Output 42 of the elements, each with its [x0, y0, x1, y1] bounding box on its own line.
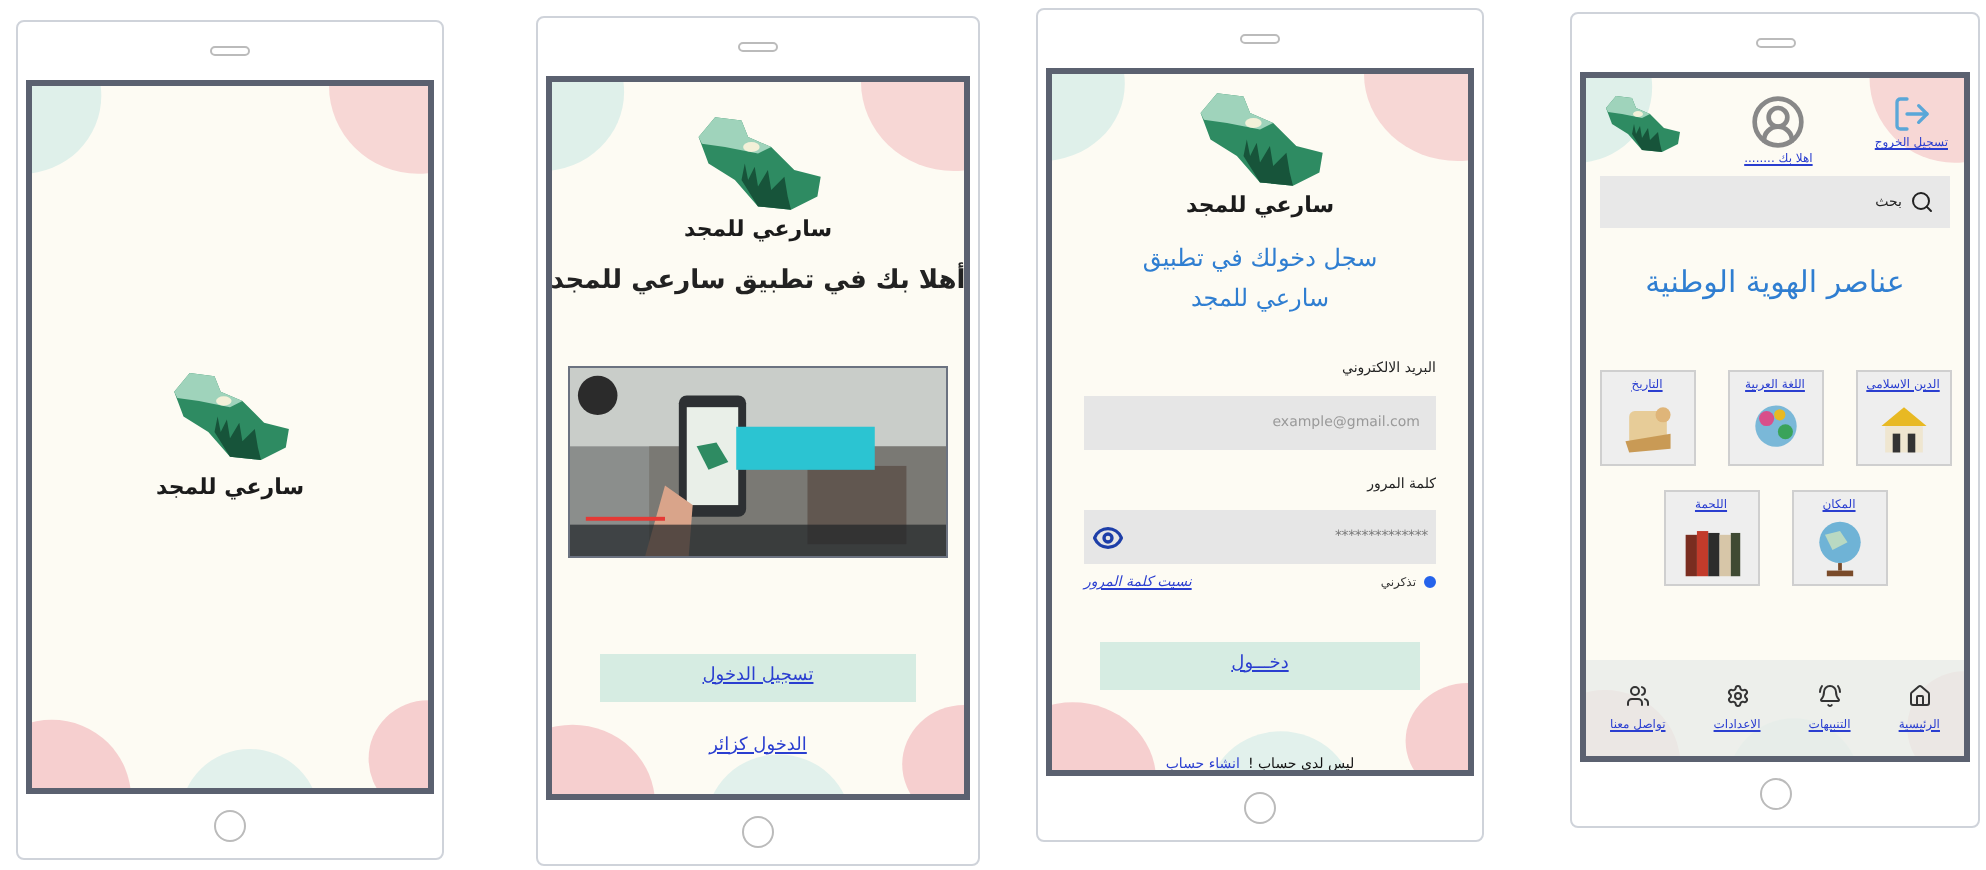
home-icon — [1907, 683, 1932, 707]
background-blob — [1405, 683, 1468, 770]
people-icon — [1625, 683, 1650, 707]
welcome-heading: أهلا بك في تطبيق سارعي للمجد — [552, 262, 964, 300]
avatar-icon — [1750, 94, 1807, 150]
background-blob — [32, 719, 131, 788]
home-button[interactable] — [1244, 792, 1276, 824]
logo-icon — [168, 370, 292, 463]
remember-checkbox[interactable] — [1424, 576, 1436, 589]
speaker-slot — [1240, 34, 1280, 44]
guest-link[interactable]: الدخول كزائر — [709, 733, 807, 760]
speaker-slot — [1755, 38, 1795, 48]
background-blob — [902, 705, 964, 794]
home-button[interactable] — [214, 810, 246, 842]
background-blob — [1052, 702, 1156, 770]
background-blob — [552, 724, 655, 794]
background-blob — [1869, 78, 1964, 163]
speaker-slot — [738, 42, 778, 52]
background-blob — [368, 700, 428, 788]
background-blob — [32, 86, 102, 174]
login-button[interactable]: تسجيل الدخول — [600, 653, 916, 701]
eye-icon[interactable] — [1092, 521, 1124, 553]
logo-text: سارعي للمجد — [683, 213, 833, 246]
logo-text: سارعي للمجد — [1185, 189, 1335, 222]
search-icon — [1910, 190, 1934, 214]
background-blob — [861, 82, 964, 171]
background-blob — [1052, 74, 1125, 161]
logo-text: سارعي للمجد — [155, 471, 305, 504]
login-button[interactable]: دخـــول — [1100, 641, 1420, 689]
background-blob — [1364, 74, 1468, 161]
settings-icon — [1725, 683, 1750, 707]
background-blob — [329, 86, 428, 174]
bell-icon — [1817, 683, 1842, 707]
login-heading: سارعي للمجد — [1190, 282, 1330, 316]
speaker-slot — [210, 46, 250, 56]
home-button[interactable] — [1759, 778, 1791, 810]
logout-icon — [1891, 94, 1932, 134]
logo-icon — [1602, 94, 1683, 154]
background-blob — [552, 82, 625, 171]
home-heading: عناصر الهوية الوطنية — [1645, 262, 1905, 304]
login-heading: سجل دخولك في تطبيق — [1142, 242, 1378, 276]
home-button[interactable] — [742, 816, 774, 848]
